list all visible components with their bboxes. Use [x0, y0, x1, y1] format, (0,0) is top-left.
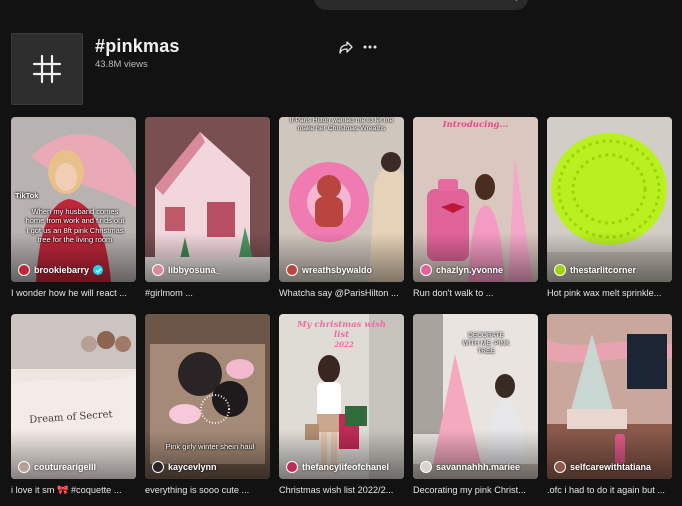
view-count: 43.8M views	[95, 59, 148, 70]
video-thumbnail[interactable]: selfcarewithtatiana	[547, 314, 672, 479]
video-author[interactable]: selfcarewithtatiana	[554, 461, 651, 473]
hashtag-page: #pinkmas 43.8M views TikTok When my husba…	[0, 0, 682, 506]
thumbnail-image	[11, 314, 136, 479]
video-author[interactable]: thestarlitcorner	[554, 264, 636, 276]
video-caption[interactable]: #girlmom ...	[145, 288, 273, 298]
video-overlay-text: Pink girly winter shein haul	[165, 442, 255, 451]
author-username[interactable]: wreathsbywaldo	[302, 265, 372, 275]
tiktok-watermark: TikTok	[15, 191, 39, 200]
author-username[interactable]: libbyosuna_	[168, 265, 221, 275]
video-thumbnail[interactable]: If Paris Hilton wanted me to let me make…	[279, 117, 404, 282]
video-card[interactable]: DECORATE WITH ME: PINK TREE savannahhh.ma…	[413, 314, 538, 495]
video-author[interactable]: savannahhh.mariee	[420, 461, 520, 473]
search-bar[interactable]	[314, 0, 528, 10]
video-card[interactable]: If Paris Hilton wanted me to let me make…	[279, 117, 404, 298]
video-thumbnail[interactable]: DECORATE WITH ME: PINK TREE savannahhh.ma…	[413, 314, 538, 479]
video-thumbnail[interactable]: Introducing... chazlyn.yvonne	[413, 117, 538, 282]
video-overlay-text: DECORATE WITH ME: PINK TREE	[462, 332, 510, 356]
avatar[interactable]	[152, 461, 164, 473]
author-username[interactable]: chazlyn.yvonne	[436, 265, 503, 275]
video-card[interactable]: Introducing... chazlyn.yvonne Run don't wa…	[413, 117, 538, 298]
video-overlay-text: Introducing...	[442, 120, 509, 130]
video-author[interactable]: kaycevlynn	[152, 461, 217, 473]
video-overlay-text: When my husband comes home from work and…	[25, 207, 125, 245]
more-options-icon[interactable]	[362, 39, 378, 55]
video-thumbnail[interactable]: Pink girly winter shein haul kaycevlynn	[145, 314, 270, 479]
video-card[interactable]: Dream of Secret couturearigelll i love it …	[11, 314, 136, 496]
video-card[interactable]: libbyosuna_ #girlmom ...	[145, 117, 270, 298]
avatar[interactable]	[554, 461, 566, 473]
video-caption[interactable]: Decorating my pink Christ...	[413, 485, 541, 495]
avatar[interactable]	[420, 264, 432, 276]
video-overlay-text: My christmas wish list	[297, 320, 386, 340]
thumbnail-image	[547, 314, 672, 479]
video-author[interactable]: brookiebarry	[18, 264, 104, 276]
video-overlay-year: 2022	[334, 340, 354, 349]
video-author[interactable]: thefancylifeofchanel	[286, 461, 389, 473]
thumbnail-image	[145, 314, 270, 479]
video-caption[interactable]: Christmas wish list 2022/2...	[279, 485, 407, 495]
video-overlay-text: If Paris Hilton wanted me to let me make…	[289, 117, 394, 133]
video-caption[interactable]: i love it sm 🎀 #coquette ...	[11, 485, 139, 496]
author-username[interactable]: thestarlitcorner	[570, 265, 636, 275]
avatar[interactable]	[286, 461, 298, 473]
avatar[interactable]	[420, 461, 432, 473]
video-card[interactable]: thestarlitcorner Hot pink wax melt sprink…	[547, 117, 672, 298]
hashtag-icon	[32, 54, 62, 84]
video-caption[interactable]: Hot pink wax melt sprinkle...	[547, 288, 675, 298]
video-thumbnail[interactable]: libbyosuna_	[145, 117, 270, 282]
thumbnail-image	[413, 117, 538, 282]
video-caption[interactable]: .ofc i had to do it again but ...	[547, 485, 675, 495]
video-caption[interactable]: Run don't walk to ...	[413, 288, 541, 298]
thumbnail-image	[547, 117, 672, 282]
author-username[interactable]: thefancylifeofchanel	[302, 462, 389, 472]
video-thumbnail[interactable]: TikTok When my husband comes home from wo…	[11, 117, 136, 282]
share-icon[interactable]	[338, 39, 354, 55]
video-card[interactable]: Pink girly winter shein haul kaycevlynn ev…	[145, 314, 270, 495]
video-author[interactable]: wreathsbywaldo	[286, 264, 372, 276]
thumbnail-image	[145, 117, 270, 282]
author-username[interactable]: selfcarewithtatiana	[570, 462, 651, 472]
video-author[interactable]: chazlyn.yvonne	[420, 264, 503, 276]
video-caption[interactable]: Whatcha say @ParisHilton ...	[279, 288, 407, 298]
hashtag-icon-tile	[11, 33, 83, 105]
video-card[interactable]: selfcarewithtatiana .ofc i had to do it a…	[547, 314, 672, 495]
video-caption[interactable]: I wonder how he will react ...	[11, 288, 139, 298]
avatar[interactable]	[286, 264, 298, 276]
video-author[interactable]: libbyosuna_	[152, 264, 221, 276]
avatar[interactable]	[152, 264, 164, 276]
video-card[interactable]: TikTok When my husband comes home from wo…	[11, 117, 136, 298]
page-title: #pinkmas	[95, 36, 180, 56]
thumbnail-image	[279, 117, 404, 282]
video-thumbnail[interactable]: My christmas wish list 2022 thefancylifeof…	[279, 314, 404, 479]
author-username[interactable]: kaycevlynn	[168, 462, 217, 472]
video-author[interactable]: couturearigelll	[18, 461, 96, 473]
search-icon[interactable]	[508, 0, 518, 2]
verified-badge-icon	[93, 265, 104, 275]
video-thumbnail[interactable]: Dream of Secret couturearigelll	[11, 314, 136, 479]
avatar[interactable]	[554, 264, 566, 276]
video-caption[interactable]: everything is sooo cute ...	[145, 485, 273, 495]
author-username[interactable]: couturearigelll	[34, 462, 96, 472]
author-username[interactable]: savannahhh.mariee	[436, 462, 520, 472]
author-username[interactable]: brookiebarry	[34, 265, 89, 275]
avatar[interactable]	[18, 461, 30, 473]
avatar[interactable]	[18, 264, 30, 276]
video-card[interactable]: My christmas wish list 2022 thefancylifeof…	[279, 314, 404, 495]
video-thumbnail[interactable]: thestarlitcorner	[547, 117, 672, 282]
